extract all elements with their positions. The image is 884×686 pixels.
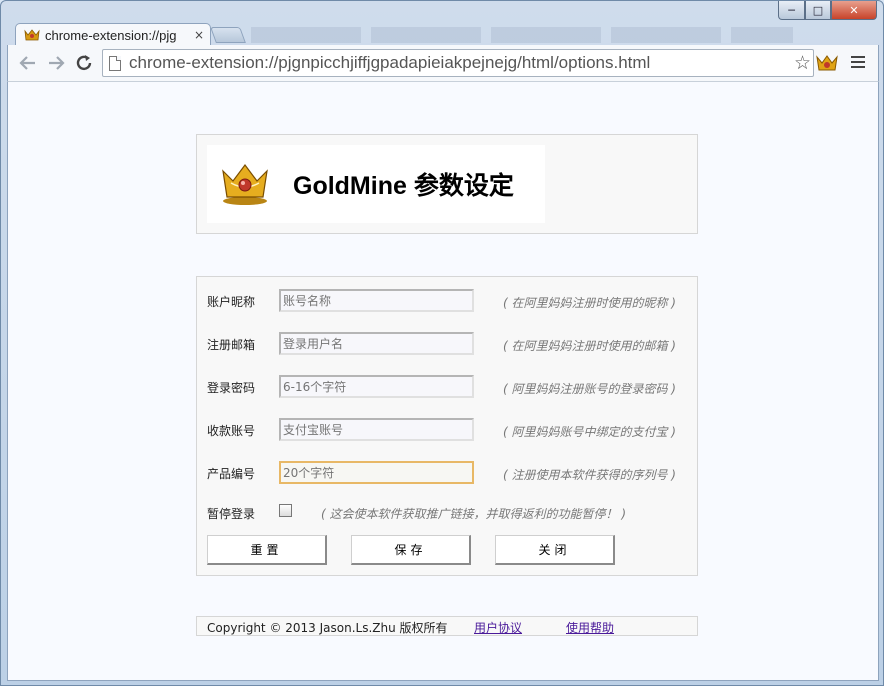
nickname-label: 账户昵称: [207, 295, 256, 309]
maximize-button[interactable]: □: [805, 1, 831, 20]
save-button[interactable]: 保存: [351, 535, 471, 565]
star-icon[interactable]: ☆: [794, 52, 811, 74]
new-tab-button[interactable]: [210, 27, 246, 43]
product-serial-hint: ( 注册使用本软件获得的序列号 ): [503, 468, 676, 482]
browser-window: chrome-extension://pjg × ─ □ ✕ chrome-ex…: [0, 0, 884, 686]
form-row-pause-login: 暂停登录 ( 这会使本软件获取推广链接，并取得返利的功能暂停！ ): [207, 501, 687, 525]
back-button[interactable]: [14, 49, 42, 77]
form-row-payment-account: 收款账号 ( 阿里妈妈账号中绑定的支付宝 ): [207, 418, 687, 442]
payment-account-label: 收款账号: [207, 424, 256, 438]
pause-login-hint: ( 这会使本软件获取推广链接，并取得返利的功能暂停！ ): [321, 507, 626, 521]
payment-account-input[interactable]: [279, 418, 474, 441]
background-tabs: [251, 27, 793, 43]
arrow-right-icon: [49, 56, 65, 70]
form-row-nickname: 账户昵称 ( 在阿里妈妈注册时使用的昵称 ): [207, 289, 687, 313]
window-controls: ─ □ ✕: [778, 1, 877, 20]
hamburger-menu-icon[interactable]: [850, 54, 866, 70]
settings-form: 账户昵称 ( 在阿里妈妈注册时使用的昵称 ) 注册邮箱 ( 在阿里妈妈注册时使用…: [196, 276, 698, 576]
page-title: GoldMine 参数设定: [293, 172, 514, 200]
nickname-hint: ( 在阿里妈妈注册时使用的昵称 ): [503, 296, 676, 310]
copyright-text: Copyright © 2013 Jason.Ls.Zhu 版权所有: [207, 621, 448, 635]
goldmine-favicon-icon: [24, 29, 40, 41]
tab-close-icon[interactable]: ×: [194, 28, 204, 42]
reload-icon: [76, 55, 92, 71]
password-label: 登录密码: [207, 381, 256, 395]
header-inner: GoldMine 参数设定: [207, 145, 545, 223]
browser-toolbar: chrome-extension://pjgnpicchjiffjgpadapi…: [7, 45, 879, 81]
goldmine-logo-icon: [222, 164, 268, 205]
close-window-button[interactable]: ✕: [831, 1, 877, 20]
arrow-left-icon: [19, 56, 35, 70]
address-bar[interactable]: chrome-extension://pjgnpicchjiffjgpadapi…: [102, 49, 814, 77]
email-hint: ( 在阿里妈妈注册时使用的邮箱 ): [503, 339, 676, 353]
page-icon: [109, 55, 121, 71]
active-tab[interactable]: chrome-extension://pjg ×: [15, 23, 211, 46]
form-row-password: 登录密码 ( 阿里妈妈注册账号的登录密码 ): [207, 375, 687, 399]
page-content: GoldMine 参数设定 账户昵称 ( 在阿里妈妈注册时使用的昵称 ) 注册邮…: [7, 81, 879, 681]
goldmine-extension-icon[interactable]: [816, 53, 838, 73]
product-serial-label: 产品编号: [207, 467, 256, 481]
footer: Copyright © 2013 Jason.Ls.Zhu 版权所有 用户协议 …: [196, 616, 698, 636]
minimize-button[interactable]: ─: [778, 1, 805, 20]
password-hint: ( 阿里妈妈注册账号的登录密码 ): [503, 382, 676, 396]
forward-button[interactable]: [42, 49, 70, 77]
reload-button[interactable]: [70, 49, 98, 77]
reset-button[interactable]: 重置: [207, 535, 327, 565]
close-button[interactable]: 关闭: [495, 535, 615, 565]
url-text: chrome-extension://pjgnpicchjiffjgpadapi…: [129, 53, 651, 72]
form-row-product-serial: 产品编号 ( 注册使用本软件获得的序列号 ): [207, 461, 687, 485]
header-panel: GoldMine 参数设定: [196, 134, 698, 234]
pause-login-checkbox[interactable]: [279, 504, 292, 517]
product-serial-input[interactable]: [279, 461, 474, 484]
help-link[interactable]: 使用帮助: [566, 619, 614, 636]
tab-strip: chrome-extension://pjg ×: [1, 1, 883, 46]
email-input[interactable]: [279, 332, 474, 355]
nickname-input[interactable]: [279, 289, 474, 312]
password-input[interactable]: [279, 375, 474, 398]
pause-login-label: 暂停登录: [207, 507, 256, 521]
user-agreement-link[interactable]: 用户协议: [474, 619, 522, 636]
email-label: 注册邮箱: [207, 338, 256, 352]
tab-title: chrome-extension://pjg: [45, 27, 177, 43]
form-row-email: 注册邮箱 ( 在阿里妈妈注册时使用的邮箱 ): [207, 332, 687, 356]
payment-account-hint: ( 阿里妈妈账号中绑定的支付宝 ): [503, 425, 676, 439]
